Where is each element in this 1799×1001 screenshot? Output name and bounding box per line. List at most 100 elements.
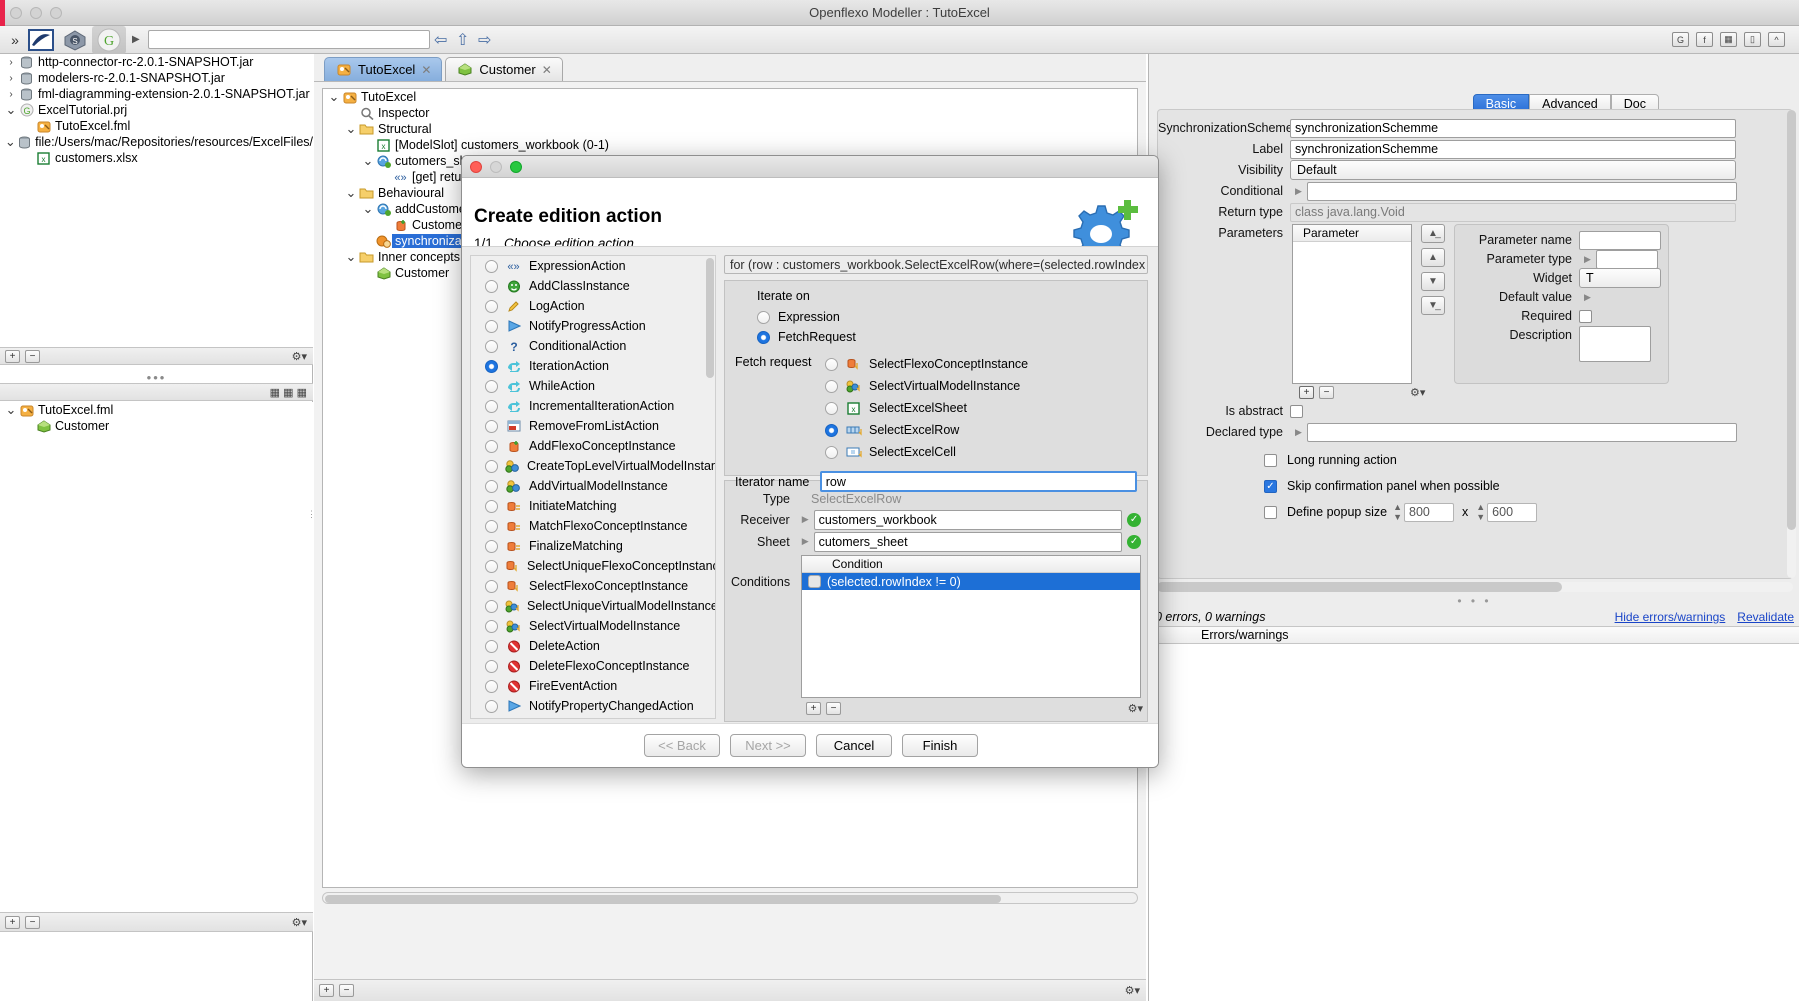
fetch-receiver-input[interactable]: customers_workbook <box>813 509 1123 530</box>
inspector-hscrollbar-thumb[interactable] <box>1157 582 1562 592</box>
radio-button[interactable] <box>485 639 498 653</box>
disclosure-triangle-icon[interactable]: › <box>4 57 18 68</box>
disclosure-triangle-icon[interactable]: ⌄ <box>4 135 17 148</box>
disclosure-triangle-icon[interactable]: ⌄ <box>4 403 18 416</box>
action-list-scrollbar-thumb[interactable] <box>706 258 714 378</box>
fetch-request-option[interactable]: SelectExcelRow <box>821 419 1137 441</box>
edition-action-option[interactable]: NotifyProgressAction <box>471 316 715 336</box>
radio-button[interactable] <box>485 699 498 713</box>
editor-tab[interactable]: TutoExcel ✕ <box>324 57 443 81</box>
fetch-request-option[interactable]: SelectExcelCell <box>821 441 1137 463</box>
center-options-gear-icon[interactable]: ⚙▾ <box>1125 984 1140 997</box>
edition-action-option[interactable]: NotifyPropertyChangedAction <box>471 696 715 716</box>
tree-row[interactable]: x customers.xlsx <box>0 150 313 166</box>
edition-action-option[interactable]: SelectFlexoConceptInstance <box>471 576 715 596</box>
dialog-minimize-button[interactable] <box>490 160 502 173</box>
radio-button[interactable] <box>485 399 498 413</box>
radio-button[interactable] <box>485 419 498 433</box>
edition-action-option[interactable]: AddVirtualModelInstance <box>471 476 715 496</box>
radio-button[interactable] <box>485 619 498 633</box>
radio-button[interactable] <box>485 459 498 473</box>
edition-action-list[interactable]: «» ExpressionAction AddClassInstance LogAct… <box>470 255 716 719</box>
inspector-scrollbar-thumb[interactable] <box>1787 110 1796 530</box>
inspector-row-value[interactable] <box>1306 181 1737 201</box>
errors-list[interactable] <box>1149 644 1799 1001</box>
fml-view-icon-3[interactable]: ▦ <box>297 387 307 399</box>
tree-row[interactable]: › modelers-rc-2.0.1-SNAPSHOT.jar <box>0 70 313 86</box>
popup-height-input[interactable]: 600 <box>1487 502 1538 522</box>
radio-button[interactable] <box>485 659 498 673</box>
revalidate-link[interactable]: Revalidate <box>1737 610 1794 624</box>
center-scrollbar-thumb[interactable] <box>325 895 1001 903</box>
navigate-up-icon[interactable]: ⇧ <box>452 30 474 50</box>
radio-button[interactable] <box>485 359 498 373</box>
parameters-list[interactable]: Parameter <box>1292 224 1412 384</box>
fml-remove-button[interactable]: − <box>25 915 40 929</box>
radio-button[interactable] <box>485 519 498 533</box>
editor-tab[interactable]: Customer ✕ <box>445 57 563 81</box>
fetch-request-option[interactable]: SelectVirtualModelInstance <box>821 375 1137 397</box>
toolbar-expand-arrow-icon[interactable]: ▶ <box>126 34 146 45</box>
fml-browser-tree[interactable]: ⌄ TutoExcel.fml Customer <box>0 402 313 912</box>
radio-button[interactable] <box>485 379 498 393</box>
edition-action-option[interactable]: InitiateMatching <box>471 496 715 516</box>
disclosure-triangle-icon[interactable]: ⌄ <box>361 202 375 215</box>
close-icon[interactable]: ✕ <box>542 63 552 77</box>
edition-action-option[interactable]: AddFlexoConceptInstance <box>471 436 715 456</box>
edition-action-option[interactable]: RemoveFromListAction <box>471 416 715 436</box>
cancel-button[interactable]: Cancel <box>816 734 892 757</box>
center-horizontal-scrollbar[interactable] <box>322 892 1138 904</box>
project-add-button[interactable]: + <box>5 349 20 363</box>
layout-perspective-icon[interactable]: ▯ <box>1744 32 1761 47</box>
popup-width-stepper-icon[interactable]: ▲ ▼ <box>1387 502 1402 522</box>
radio-button[interactable] <box>485 479 498 493</box>
chevron-down-icon[interactable]: » <box>6 32 24 48</box>
edition-action-option[interactable]: FinalizeMatching <box>471 536 715 556</box>
tree-row[interactable]: ⌄ TutoExcel.fml <box>0 402 313 418</box>
fetch-request-option[interactable]: SelectFlexoConceptInstance <box>821 353 1137 375</box>
parameter-type-expand-icon[interactable]: ▶ <box>1579 254 1596 265</box>
fml-perspective-icon[interactable]: f <box>1696 32 1713 47</box>
left-panel-resize-handle[interactable]: ⋮ <box>307 509 316 520</box>
radio-button[interactable] <box>485 579 498 593</box>
inspector-row-value[interactable]: synchronizationSchemme <box>1290 139 1736 159</box>
popup-width-input[interactable]: 800 <box>1404 502 1454 522</box>
tree-row[interactable]: ⌄ G ExcelTutorial.prj <box>0 102 313 118</box>
edition-action-option[interactable]: DeleteAction <box>471 636 715 656</box>
sheet-expand-icon[interactable]: ▶ <box>797 536 814 547</box>
tree-row[interactable]: › fml-diagramming-extension-2.0.1-SNAPSHO… <box>0 86 313 102</box>
declared-type-input[interactable] <box>1306 422 1737 442</box>
move-up-button[interactable]: ▲ <box>1421 248 1445 267</box>
radio-button[interactable] <box>485 339 498 353</box>
collapse-toolbar-icon[interactable]: ^ <box>1768 32 1785 47</box>
edition-action-option[interactable]: WhileAction <box>471 376 715 396</box>
popup-height-stepper-icon[interactable]: ▲ ▼ <box>1476 502 1485 522</box>
conditions-table[interactable]: Condition (selected.rowIndex != 0) <box>801 555 1141 698</box>
close-icon[interactable]: ✕ <box>421 63 431 77</box>
project-browser-tree[interactable]: › http-connector-rc-2.0.1-SNAPSHOT.jar › mo… <box>0 54 313 347</box>
radio-button[interactable] <box>485 299 498 313</box>
radio-button[interactable] <box>825 401 838 415</box>
skip-confirmation-checkbox[interactable]: ✓ <box>1264 479 1277 493</box>
openflexo-perspective-icon[interactable]: G <box>1672 32 1689 47</box>
tree-row[interactable]: Inspector <box>323 105 1137 121</box>
navigate-forward-icon[interactable]: ⇨ <box>474 30 496 50</box>
condition-remove-button[interactable]: − <box>826 702 841 715</box>
fml-view-icon-2[interactable]: ▦ <box>283 387 293 399</box>
conditions-options-gear-icon[interactable]: ⚙▾ <box>1128 702 1143 715</box>
move-down-button[interactable]: ▼ <box>1421 272 1445 291</box>
edition-action-option[interactable]: SelectVirtualModelInstance <box>471 616 715 636</box>
move-to-top-button[interactable]: ▲̲ <box>1421 224 1445 243</box>
inspector-row-value[interactable]: synchronizationSchemme <box>1290 118 1736 138</box>
openflexo-app-icon[interactable] <box>24 26 58 54</box>
inspector-horizontal-scrollbar[interactable] <box>1157 582 1793 592</box>
iterate-on-option[interactable]: Expression <box>735 307 1137 327</box>
inspector-row-value[interactable]: class java.lang.Void <box>1290 202 1736 222</box>
toolbar-search-input[interactable] <box>147 30 430 49</box>
move-to-bottom-button[interactable]: ▼̲ <box>1421 296 1445 315</box>
parameter-name-input[interactable] <box>1579 230 1661 250</box>
radio-button[interactable] <box>485 539 498 553</box>
diagram-perspective-icon[interactable]: ▦ <box>1720 32 1737 47</box>
dialog-maximize-button[interactable] <box>510 160 522 173</box>
back-button[interactable]: << Back <box>644 734 720 757</box>
